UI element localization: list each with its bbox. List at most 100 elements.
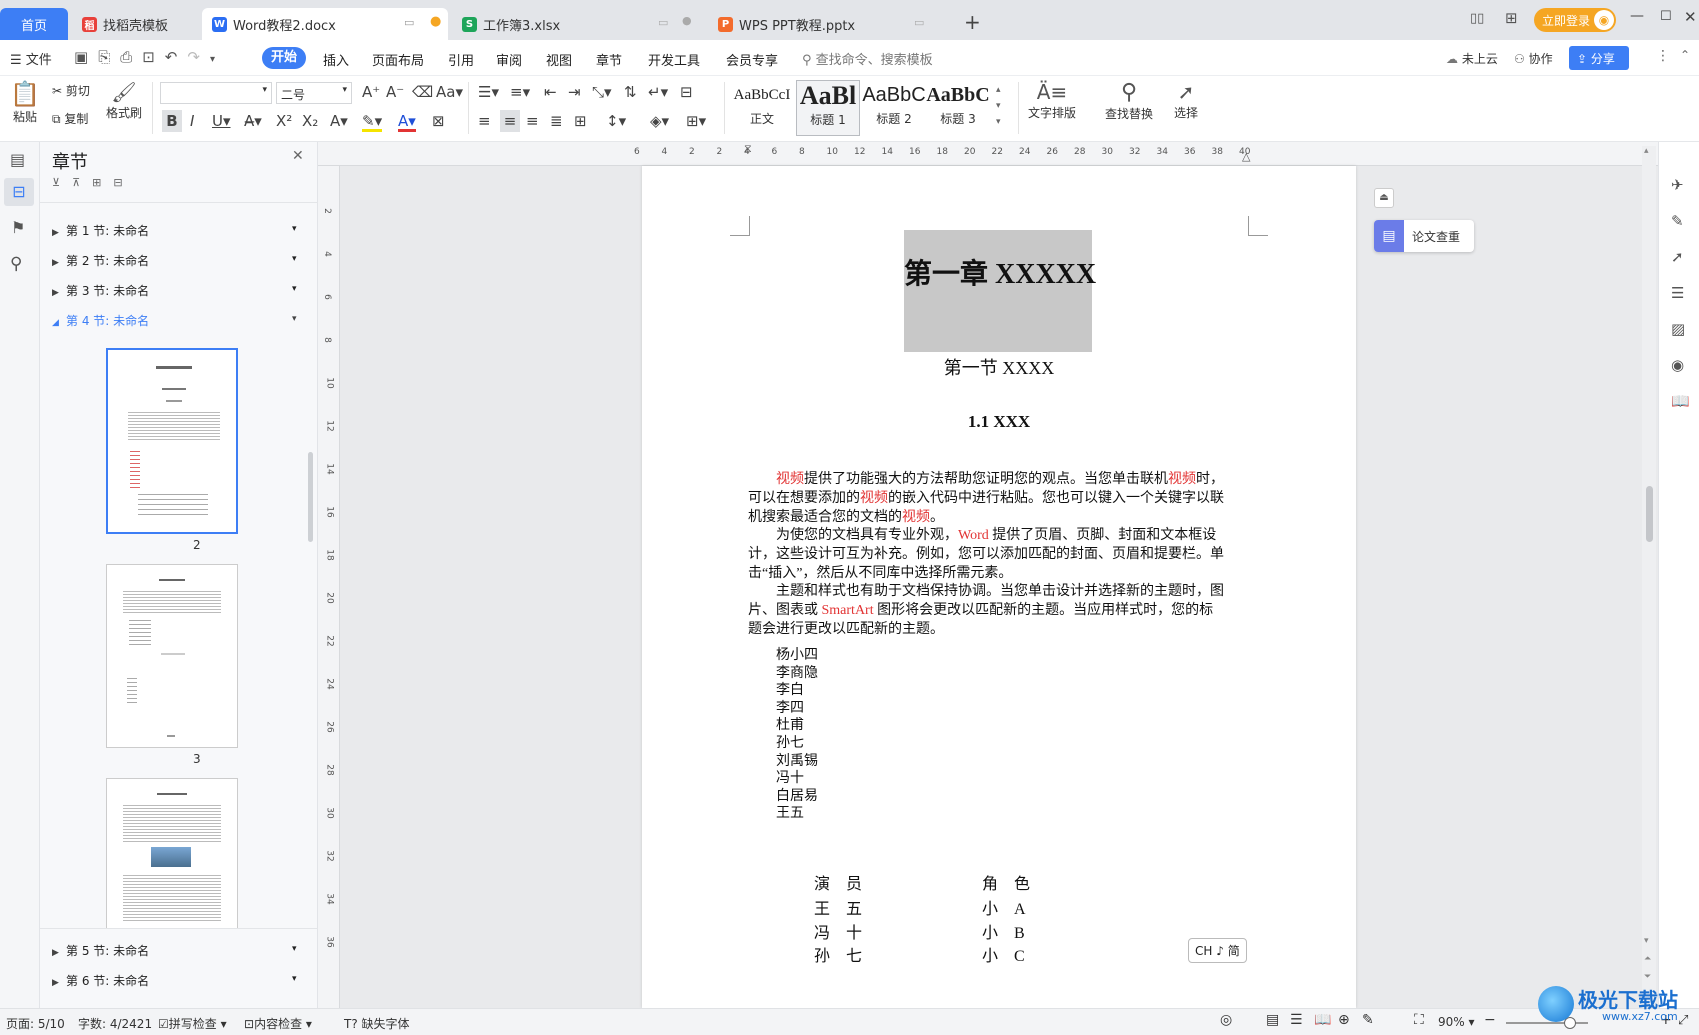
sliders-icon[interactable]: ☰ (1671, 284, 1684, 302)
map-pin-icon[interactable]: ◉ (1671, 356, 1684, 374)
text-effect-icon[interactable]: A▾ (330, 113, 348, 129)
page-thumbnail[interactable] (106, 564, 238, 748)
collapse-ribbon-icon[interactable]: ⌃ (1680, 48, 1690, 62)
new-tab-icon[interactable]: + (964, 10, 981, 34)
file-menu[interactable]: ☰ 文件 (10, 49, 52, 68)
menu-chapter[interactable]: 章节 (596, 50, 622, 69)
ime-indicator[interactable]: CH ♪ 简 (1188, 938, 1247, 963)
underline-icon[interactable]: U▾ (212, 113, 231, 129)
tab-stop-icon[interactable]: ⊟ (680, 84, 693, 100)
gallery-scroll-icon[interactable]: ▴ ▾ ▾ (996, 82, 1001, 130)
chinese-layout-icon[interactable]: ⤡▾ (592, 84, 612, 100)
superscript-icon[interactable]: X² (276, 113, 292, 129)
export-icon[interactable]: ⎘ (98, 48, 120, 66)
scroll-up-icon[interactable]: ▴ (1644, 146, 1649, 156)
section-item[interactable]: ▶ 第 5 节: 未命名 ▾ (52, 942, 302, 959)
borders-icon[interactable]: ⊞▾ (686, 113, 706, 129)
chevron-down-icon[interactable]: ▾ (292, 254, 297, 264)
horizontal-ruler[interactable]: 6 4 2 2 4 6 8 10 12 14 16 18 20 22 24 26 28 30 32 34 36 38 40 … (318, 142, 1658, 166)
write-view-icon[interactable]: ✎ (1362, 1012, 1374, 1028)
font-size-select[interactable]: 二号 ▾ (276, 82, 352, 104)
spell-check[interactable]: ☑拼写检查 ▾ (158, 1015, 227, 1032)
eye-icon[interactable]: ◎ (1220, 1012, 1232, 1028)
menu-layout[interactable]: 页面布局 (372, 50, 424, 69)
layout-icon[interactable]: ▯▯ (1470, 11, 1484, 26)
justify-icon[interactable]: ≣ (550, 113, 563, 129)
page-count[interactable]: 页面: 5/10 (6, 1015, 65, 1032)
apps-grid-icon[interactable]: ⊞ (1505, 9, 1518, 27)
menu-dev[interactable]: 开发工具 (648, 50, 700, 69)
pen-icon[interactable]: ✎ (1671, 212, 1684, 230)
outline-view-icon[interactable]: ☰ (1290, 1012, 1303, 1028)
bookmark-icon[interactable]: ⚑ (11, 218, 25, 237)
page-view-icon[interactable]: ▤ (1266, 1012, 1279, 1028)
menu-insert[interactable]: 插入 (323, 50, 349, 69)
collapse-icon[interactable]: ⊼ (72, 176, 92, 189)
word-count[interactable]: 字数: 4/2421 (78, 1015, 152, 1032)
document-page[interactable]: 第一章 XXXXX 第一节 XXXX 1.1 XXX 视频提供了功能强大的方法帮… (642, 166, 1356, 1008)
format-painter-button[interactable]: 🖌 格式刷 (104, 80, 144, 121)
clear-format-icon[interactable]: ⌫ (412, 84, 433, 100)
missing-font[interactable]: T? 缺失字体 (344, 1015, 410, 1032)
remove-section-icon[interactable]: ⊟ (113, 176, 134, 189)
outline-icon[interactable]: ▤ (10, 150, 25, 169)
show-marks-icon[interactable]: ↵▾ (648, 84, 668, 100)
text-layout-button[interactable]: Ä≡ 文字排版 (1022, 80, 1082, 121)
page-thumbnail[interactable] (106, 778, 238, 928)
chevron-down-icon[interactable]: ▾ (292, 944, 297, 954)
bold-icon[interactable]: B (162, 110, 182, 132)
char-border-icon[interactable]: ⊠ (432, 113, 445, 129)
read-view-icon[interactable]: 📖 (1314, 1012, 1331, 1028)
tab-template[interactable]: 稻 找稻壳模板 (72, 8, 198, 40)
italic-icon[interactable]: I (190, 113, 194, 129)
chevron-down-icon[interactable]: ▾ (292, 314, 297, 324)
chevron-down-icon[interactable]: ▾ (292, 284, 297, 294)
close-icon[interactable]: ✕ (1684, 8, 1697, 26)
scroll-down-icon[interactable]: ▾ (1644, 936, 1649, 946)
tab-home[interactable]: 首页 (0, 8, 68, 40)
change-case-icon[interactable]: Aa▾ (436, 84, 463, 100)
menu-view[interactable]: 视图 (546, 50, 572, 69)
next-page-icon[interactable]: ⏷ (1644, 972, 1651, 982)
align-right-icon[interactable]: ≡ (526, 113, 539, 129)
strikethrough-icon[interactable]: A̶▾ (244, 113, 262, 129)
find-replace-button[interactable]: ⚲ 查找替换 (1098, 80, 1160, 122)
highlight-icon[interactable]: ✎▾ (362, 113, 383, 132)
share-button[interactable]: ⇪ 分享 (1569, 46, 1629, 70)
window-icon[interactable]: ▭ (404, 16, 414, 29)
menu-ref[interactable]: 引用 (448, 50, 474, 69)
decrease-indent-icon[interactable]: ⇤ (544, 84, 557, 100)
redo-icon[interactable]: ↷ (187, 48, 210, 66)
add-section-icon[interactable]: ⊞ (92, 176, 113, 189)
section-item[interactable]: ▶ 第 3 节: 未命名 ▾ (52, 282, 302, 299)
web-view-icon[interactable]: ⊕ (1338, 1012, 1350, 1028)
select-button[interactable]: ➚ 选择 (1166, 80, 1206, 121)
close-icon[interactable]: ✕ (292, 148, 304, 164)
vertical-scrollbar[interactable]: ▴ ▾ ⏶ ⏷ (1642, 146, 1656, 1004)
line-spacing-icon[interactable]: ↕▾ (606, 113, 626, 129)
subscript-icon[interactable]: X₂ (302, 113, 318, 129)
more-options-icon[interactable]: ⋮ (1656, 48, 1670, 64)
maximize-icon[interactable]: ☐ (1660, 9, 1672, 24)
zoom-level[interactable]: 90% ▾ (1438, 1015, 1475, 1029)
align-center-icon[interactable]: ≡ (500, 110, 520, 132)
cloud-status[interactable]: ☁ 未上云 (1446, 50, 1498, 67)
increase-indent-icon[interactable]: ⇥ (568, 84, 581, 100)
paste-button[interactable]: 📋 粘贴 (8, 80, 42, 136)
menu-member[interactable]: 会员专享 (726, 50, 778, 69)
number-list-icon[interactable]: ≡▾ (510, 84, 530, 100)
chevron-down-icon[interactable]: ▾ (292, 974, 297, 984)
minimize-icon[interactable]: — (1630, 8, 1644, 24)
collab-button[interactable]: ⚇ 协作 (1514, 50, 1553, 67)
bullet-list-icon[interactable]: ☰▾ (478, 84, 499, 100)
page-thumbnail[interactable] (106, 348, 238, 534)
print-icon[interactable]: ⎙ (120, 48, 142, 66)
section-item-active[interactable]: ◢ 第 4 节: 未命名 ▾ (52, 312, 302, 329)
tab-word-doc[interactable]: W Word教程2.docx ▭ ● (202, 8, 448, 40)
font-name-select[interactable]: ▾ (160, 82, 272, 104)
paper-check-button[interactable]: ▤ 论文查重 (1374, 220, 1474, 252)
style-heading2[interactable]: AaBbC 标题 2 (862, 80, 926, 136)
tab-ppt[interactable]: P WPS PPT教程.pptx ▭ (708, 8, 954, 40)
search-box[interactable]: ⚲ 查找命令、搜索模板 (802, 49, 933, 68)
distribute-icon[interactable]: ⊞ (574, 113, 587, 129)
